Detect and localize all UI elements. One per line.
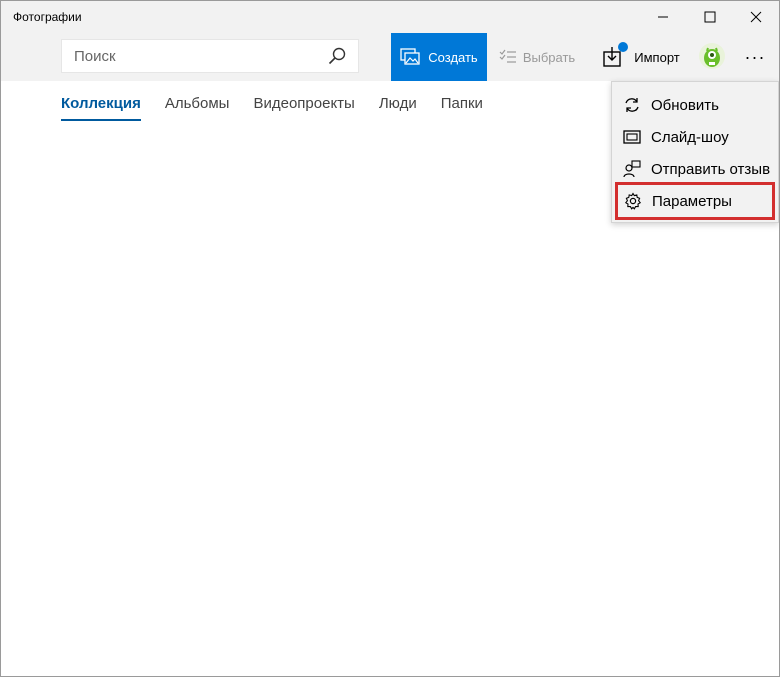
create-label: Создать	[428, 49, 478, 65]
import-icon	[602, 42, 629, 68]
app-window: Фотографии Создать	[0, 0, 780, 677]
avatar[interactable]	[699, 43, 725, 69]
create-button[interactable]: Создать	[391, 33, 487, 81]
menu-item-label: Параметры	[652, 192, 732, 210]
create-icon	[400, 48, 420, 65]
tab-people[interactable]: Люди	[379, 95, 417, 121]
import-label: Импорт	[634, 49, 680, 65]
more-options-menu: Обновить Слайд-шоу Отправить отзыв Парам…	[611, 81, 779, 223]
select-list-icon	[499, 49, 516, 63]
menu-item-refresh[interactable]: Обновить	[612, 89, 778, 121]
gear-icon	[624, 192, 642, 210]
search-box[interactable]	[61, 39, 359, 73]
more-icon: ···	[744, 46, 766, 67]
command-bar: Создать Выбрать Импорт	[1, 33, 779, 81]
more-options-button[interactable]: ···	[737, 41, 773, 73]
menu-item-slideshow[interactable]: Слайд-шоу	[612, 121, 778, 153]
import-button[interactable]: Импорт	[595, 33, 687, 81]
menu-item-label: Слайд-шоу	[651, 128, 729, 146]
avatar-monster-icon	[704, 47, 720, 67]
close-button[interactable]	[733, 1, 779, 33]
feedback-icon	[623, 160, 641, 178]
tab-collection[interactable]: Коллекция	[61, 95, 141, 121]
collection-tabs: Коллекция Альбомы Видеопроекты Люди Папк…	[61, 95, 483, 121]
menu-item-settings[interactable]: Параметры	[615, 182, 775, 220]
search-icon[interactable]	[328, 47, 346, 65]
title-bar[interactable]: Фотографии	[1, 1, 779, 33]
minimize-button[interactable]	[640, 1, 686, 33]
tab-video-projects[interactable]: Видеопроекты	[253, 95, 354, 121]
tab-albums[interactable]: Альбомы	[165, 95, 230, 121]
menu-item-label: Отправить отзыв	[651, 160, 771, 178]
maximize-icon	[704, 11, 716, 23]
refresh-icon	[625, 98, 639, 112]
tab-folders[interactable]: Папки	[441, 95, 483, 121]
maximize-button[interactable]	[687, 1, 733, 33]
window-title: Фотографии	[13, 10, 82, 24]
notification-dot	[618, 42, 629, 52]
menu-item-feedback[interactable]: Отправить отзыв	[612, 153, 778, 185]
select-label: Выбрать	[522, 49, 576, 65]
menu-item-label: Обновить	[651, 96, 719, 114]
close-icon	[750, 11, 762, 23]
minimize-icon	[658, 16, 668, 18]
slideshow-icon	[623, 130, 641, 144]
select-button[interactable]: Выбрать	[493, 33, 581, 81]
search-input[interactable]	[62, 40, 336, 72]
